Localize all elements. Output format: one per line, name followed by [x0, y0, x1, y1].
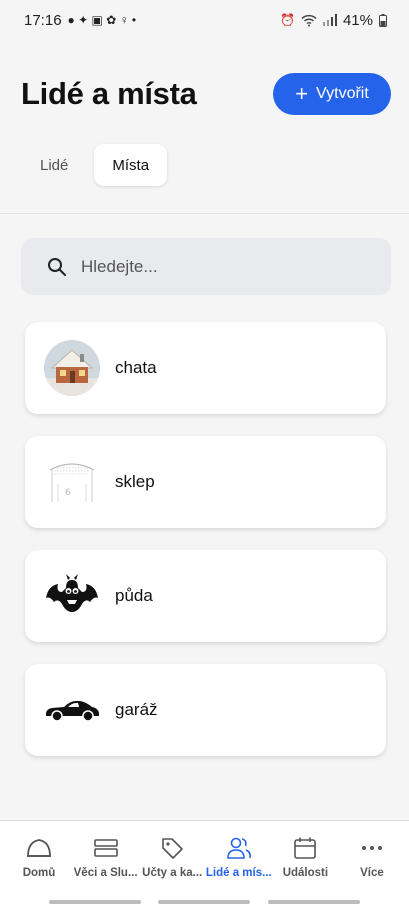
svg-text:6: 6: [65, 488, 71, 498]
cottage-photo: [44, 340, 100, 396]
battery-percent: 41%: [342, 11, 373, 29]
status-left: 17:16 ● ✦ ▣ ✿ ♀ •: [24, 12, 136, 29]
place-card-garaz[interactable]: garáž: [25, 664, 386, 756]
tabs: Lidé Místa: [22, 144, 168, 186]
place-name: sklep: [115, 472, 155, 491]
cellar-sketch-icon: 6: [44, 454, 100, 510]
status-right: ⏰ 41%: [280, 12, 387, 29]
create-button-label: Vytvořit: [316, 85, 369, 102]
divider: [0, 213, 409, 214]
gesture-pill: [48, 900, 141, 904]
calendar-icon: [293, 835, 317, 861]
people-icon: [226, 835, 252, 861]
search-icon: [48, 257, 66, 276]
status-bar: 17:16 ● ✦ ▣ ✿ ♀ • ⏰ 41%: [0, 0, 409, 40]
box-icon: [93, 835, 119, 861]
tab-places[interactable]: Místa: [94, 144, 168, 186]
status-time: 17:16: [24, 11, 62, 29]
gesture-bar: [0, 892, 409, 912]
tag-icon: [160, 835, 184, 861]
nav-label: Věci a Slu...: [73, 867, 138, 879]
tab-people[interactable]: Lidé: [22, 144, 86, 186]
place-card-sklep[interactable]: 6 sklep: [25, 436, 386, 528]
nav-label: Účty a ka...: [142, 867, 203, 879]
alarm-icon: ⏰: [280, 13, 295, 27]
notification-icons: ● ✦ ▣ ✿ ♀ •: [67, 13, 137, 27]
nav-people-places[interactable]: Lidé a mís...: [206, 835, 272, 892]
nav-things[interactable]: Věci a Slu...: [73, 835, 139, 892]
battery-icon: [379, 13, 387, 27]
place-card-puda[interactable]: půda: [25, 550, 386, 642]
nav-accounts[interactable]: Účty a ka...: [139, 835, 205, 892]
nav-home[interactable]: Domů: [6, 835, 72, 892]
plus-icon: +: [295, 81, 309, 106]
search-box[interactable]: [21, 238, 391, 295]
place-card-chata[interactable]: chata: [25, 322, 386, 414]
search-input[interactable]: [81, 256, 341, 277]
gesture-pill: [158, 900, 251, 904]
page-title: Lidé a místa: [21, 76, 197, 111]
home-icon: [26, 835, 52, 861]
car-icon: [44, 682, 100, 738]
bottom-nav: Domů Věci a Slu... Účty a ka... Lidé a m…: [0, 820, 409, 892]
nav-label: Více: [360, 867, 384, 879]
place-name: chata: [115, 358, 157, 377]
nav-events[interactable]: Události: [272, 835, 338, 892]
place-name: garáž: [115, 700, 158, 719]
nav-label: Lidé a mís...: [205, 867, 272, 879]
nav-label: Události: [282, 867, 329, 879]
signal-icon: [322, 14, 337, 26]
wifi-icon: [301, 14, 317, 26]
gesture-pill: [268, 900, 361, 904]
nav-more[interactable]: Více: [339, 835, 405, 892]
more-icon: [360, 835, 384, 861]
create-button[interactable]: + Vytvořit: [273, 73, 391, 115]
header: Lidé a místa + Vytvořit: [21, 70, 391, 118]
place-list: chata 6 sklep půda garáž: [25, 322, 386, 778]
bat-icon: [44, 568, 100, 624]
place-name: půda: [115, 586, 153, 605]
nav-label: Domů: [22, 867, 56, 879]
